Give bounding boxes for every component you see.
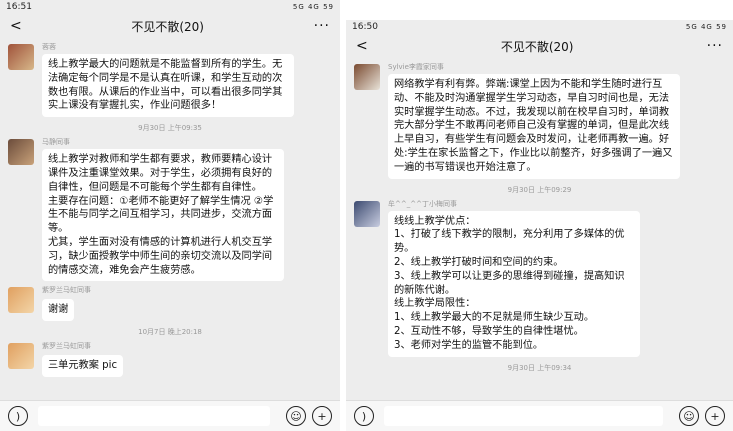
timestamp: 10月7日 晚上20:18 (138, 328, 202, 337)
message-bubble[interactable]: 三单元教案 pic (42, 355, 124, 377)
status-time: 16:50 (352, 22, 378, 32)
message: Sylvie李霞家同事 网络教学有利有弊。弊端:课堂上因为不能和学生随时进行互动… (354, 62, 725, 179)
right-phone-screen: 16:50 5G 4G 59 < 不见不散(20) ··· Sylvie李霞家同… (346, 20, 733, 431)
emoji-icon[interactable]: ☺ (679, 406, 699, 426)
more-icon[interactable]: ··· (707, 38, 723, 54)
timestamp: 9月30日 上午09:34 (507, 363, 572, 372)
more-icon[interactable]: ··· (314, 18, 330, 34)
input-bar: ) ☺ + (0, 400, 340, 431)
sender-name: 紫罗兰马虹同事 (42, 342, 91, 351)
message: 紫罗兰马虹同事 三单元教案 pic (8, 341, 332, 377)
timestamp: 9月30日 上午09:35 (138, 124, 202, 133)
status-bar: 16:50 5G 4G 59 (346, 20, 733, 34)
chat-title: 不见不散(20) (500, 39, 574, 54)
title-bar: < 不见不散(20) ··· (0, 14, 340, 38)
status-time: 16:51 (6, 2, 32, 12)
voice-icon[interactable]: ) (8, 406, 28, 426)
avatar[interactable] (8, 139, 34, 166)
sender-name: 蓉蓉 (42, 43, 56, 51)
sender-name: 牟^^_^^丁小梅同事 (388, 199, 457, 208)
avatar[interactable] (8, 44, 34, 70)
sender-name: 紫罗兰马虹同事 (42, 286, 91, 295)
avatar[interactable] (354, 64, 380, 90)
add-icon[interactable]: + (705, 406, 725, 426)
left-phone-screen: 16:51 5G 4G 59 < 不见不散(20) ··· 蓉蓉 线上教学最大的… (0, 0, 340, 431)
add-icon[interactable]: + (312, 406, 332, 426)
message-bubble[interactable]: 线线上教学优点： 1、打破了线下教学的限制，充分利用了多媒体的优势。 2、线上教… (388, 210, 640, 357)
chat-title: 不见不散(20) (131, 19, 204, 34)
message: 蓉蓉 线上教学最大的问题就是不能监督到所有的学生。无法确定每个同学是不是认真在听… (8, 42, 332, 118)
status-bar: 16:51 5G 4G 59 (0, 0, 340, 14)
message-input[interactable] (38, 406, 270, 426)
sender-name: Sylvie李霞家同事 (388, 63, 444, 71)
back-icon[interactable]: < (10, 18, 22, 34)
avatar[interactable] (8, 287, 34, 314)
message: 马静同事 线上教学对教师和学生都有要求，教师要精心设计课件及注重课堂效果。对于学… (8, 137, 332, 282)
message-bubble[interactable]: 网络教学有利有弊。弊端:课堂上因为不能和学生随时进行互动、不能及时沟通掌握学生学… (388, 74, 680, 179)
message: 紫罗兰马虹同事 谢谢 (8, 285, 332, 322)
message-bubble[interactable]: 谢谢 (42, 299, 75, 322)
voice-icon[interactable]: ) (354, 406, 374, 426)
status-icons: 5G 4G 59 (292, 3, 334, 11)
message-input[interactable] (384, 406, 663, 426)
avatar[interactable] (8, 343, 34, 370)
timestamp: 9月30日 上午09:29 (507, 185, 572, 194)
sender-name: 马静同事 (42, 138, 70, 147)
emoji-icon[interactable]: ☺ (286, 406, 306, 426)
message: 牟^^_^^丁小梅同事 线线上教学优点： 1、打破了线下教学的限制，充分利用了多… (354, 199, 725, 357)
message-bubble[interactable]: 线上教学对教师和学生都有要求，教师要精心设计课件及注重课堂效果。对于学生，必须拥… (42, 149, 284, 282)
chat-area: Sylvie李霞家同事 网络教学有利有弊。弊端:课堂上因为不能和学生随时进行互动… (346, 62, 733, 373)
input-bar: ) ☺ + (346, 400, 733, 431)
avatar[interactable] (354, 200, 380, 227)
message-bubble[interactable]: 线上教学最大的问题就是不能监督到所有的学生。无法确定每个同学是不是认真在听课，和… (42, 54, 294, 118)
chat-area: 蓉蓉 线上教学最大的问题就是不能监督到所有的学生。无法确定每个同学是不是认真在听… (0, 42, 340, 377)
status-icons: 5G 4G 59 (685, 23, 727, 31)
title-bar: < 不见不散(20) ··· (346, 34, 733, 58)
back-icon[interactable]: < (356, 38, 368, 54)
